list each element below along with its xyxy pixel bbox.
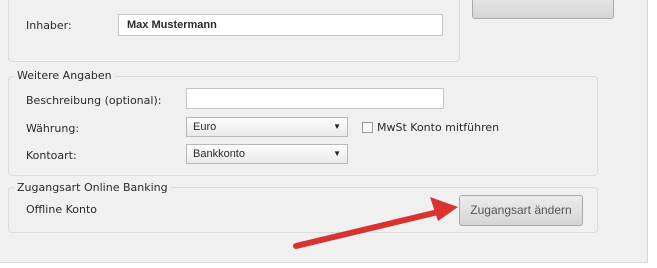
arrow-icon [293,197,458,249]
account-settings-dialog: Inhaber: Max Mustermann Weitere Angaben … [0,0,648,263]
